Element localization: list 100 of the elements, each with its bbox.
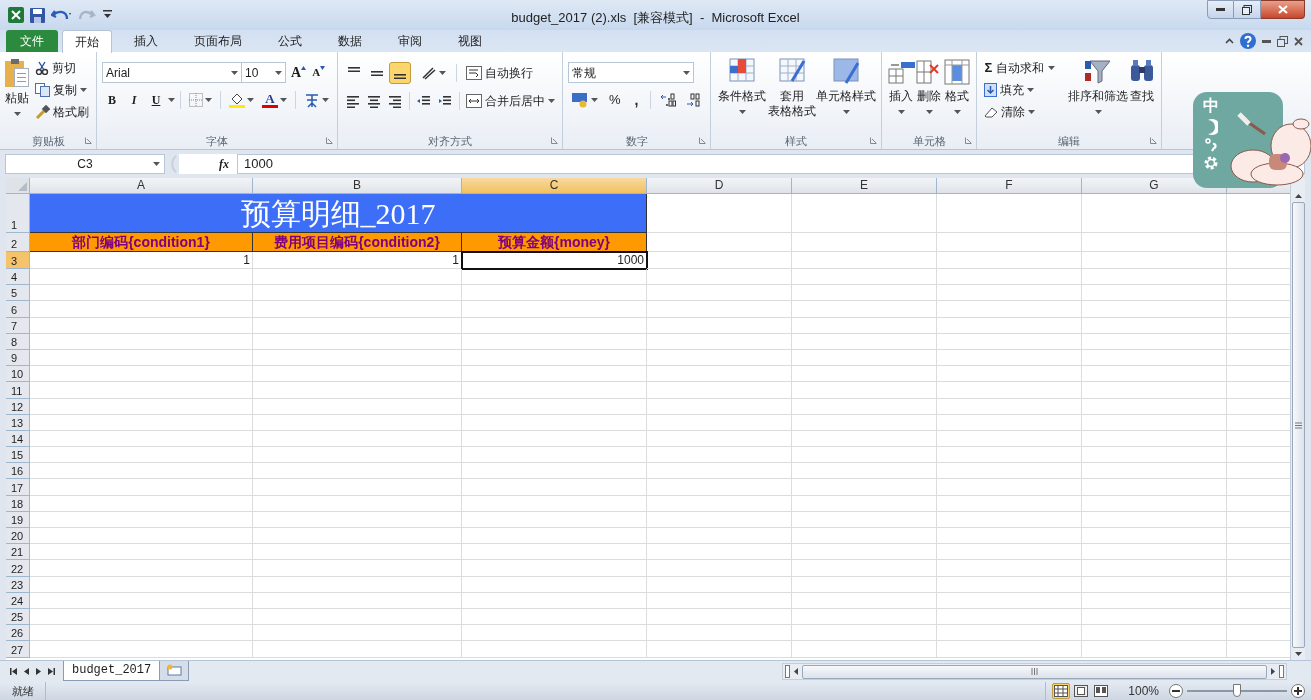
empty-cell[interactable]	[253, 528, 462, 545]
find-select-button[interactable]: 查找	[1128, 57, 1157, 129]
scroll-right-icon[interactable]	[1271, 668, 1276, 675]
caret-icon[interactable]	[205, 98, 212, 102]
empty-cell[interactable]	[792, 592, 937, 609]
table-cell[interactable]: 费用项目编码{condition2}	[253, 233, 462, 252]
caret-icon[interactable]	[925, 110, 933, 114]
empty-cell[interactable]	[253, 608, 462, 626]
empty-cell[interactable]	[1082, 641, 1227, 658]
customize-caret-icon[interactable]	[103, 10, 112, 20]
empty-cell[interactable]	[462, 366, 647, 383]
empty-cell[interactable]	[792, 463, 937, 480]
caret-icon[interactable]	[953, 110, 961, 114]
minimize-icon[interactable]	[1262, 39, 1271, 43]
empty-cell[interactable]	[253, 560, 462, 577]
caret-icon[interactable]	[738, 110, 746, 114]
empty-cell[interactable]	[1082, 625, 1227, 642]
empty-cell[interactable]	[462, 576, 647, 593]
table-cell[interactable]: 部门编码{condition1}	[30, 233, 253, 252]
empty-cell[interactable]	[647, 479, 792, 496]
empty-cell[interactable]	[1082, 463, 1227, 480]
empty-cell[interactable]	[937, 592, 1082, 609]
empty-cell[interactable]	[253, 641, 462, 658]
empty-cell[interactable]	[937, 285, 1082, 302]
caret-icon[interactable]	[168, 98, 175, 102]
empty-cell[interactable]	[1082, 252, 1227, 269]
empty-cell[interactable]	[253, 301, 462, 318]
empty-cell[interactable]	[462, 511, 647, 528]
row-header[interactable]: 3	[6, 252, 30, 269]
empty-cell[interactable]	[937, 625, 1082, 642]
scroll-up-icon[interactable]	[1294, 194, 1302, 198]
empty-cell[interactable]	[462, 414, 647, 431]
empty-cell[interactable]	[937, 430, 1082, 448]
empty-cell[interactable]	[253, 269, 462, 286]
column-header[interactable]: E	[792, 178, 937, 194]
caret-icon[interactable]	[13, 112, 21, 116]
empty-cell[interactable]	[462, 528, 647, 545]
caret-icon[interactable]	[153, 161, 160, 166]
zoom-level-button[interactable]: 100%	[1128, 682, 1159, 700]
empty-cell[interactable]	[462, 641, 647, 658]
empty-cell[interactable]	[647, 641, 792, 658]
file-tab[interactable]: 文件	[6, 30, 58, 52]
empty-cell[interactable]	[792, 447, 937, 464]
empty-cell[interactable]	[937, 528, 1082, 545]
table-cell[interactable]: 1	[30, 252, 253, 269]
empty-cell[interactable]	[937, 608, 1082, 626]
empty-cell[interactable]	[792, 495, 937, 512]
ribbon-tab[interactable]: 数据	[326, 29, 374, 52]
help-icon[interactable]	[1240, 33, 1256, 49]
empty-cell[interactable]	[462, 301, 647, 318]
fill-button[interactable]: 填充	[982, 79, 1069, 101]
empty-cell[interactable]	[253, 430, 462, 448]
empty-cell[interactable]	[937, 447, 1082, 464]
empty-cell[interactable]	[647, 382, 792, 399]
empty-cell[interactable]	[792, 285, 937, 302]
empty-cell[interactable]	[647, 269, 792, 286]
empty-cell[interactable]	[1082, 544, 1227, 561]
empty-cell[interactable]	[253, 317, 462, 334]
empty-cell[interactable]	[792, 625, 937, 642]
empty-cell[interactable]	[253, 625, 462, 642]
empty-cell[interactable]	[792, 608, 937, 626]
ribbon-tab[interactable]: 插入	[122, 29, 170, 52]
conditional-formatting-button[interactable]: 条件格式	[716, 57, 769, 129]
ribbon-tab[interactable]: 页面布局	[182, 29, 254, 52]
italic-button[interactable]: I	[124, 89, 144, 111]
empty-cell[interactable]	[253, 463, 462, 480]
collapse-ribbon-icon[interactable]	[1225, 38, 1234, 44]
caret-icon[interactable]	[322, 98, 329, 102]
empty-cell[interactable]	[1082, 301, 1227, 318]
empty-cell[interactable]	[937, 495, 1082, 512]
empty-cell[interactable]	[462, 398, 647, 415]
empty-cell[interactable]	[937, 511, 1082, 528]
paste-button[interactable]: 粘贴	[5, 57, 29, 129]
row-header[interactable]: 22	[6, 560, 30, 577]
bold-button[interactable]: B	[102, 89, 122, 111]
comma-style-button[interactable]: ,	[628, 89, 645, 111]
empty-cell[interactable]	[647, 544, 792, 561]
insert-function-button[interactable]: fx	[219, 154, 229, 173]
empty-cell[interactable]	[647, 576, 792, 593]
empty-cell[interactable]	[1082, 479, 1227, 496]
empty-cell[interactable]	[647, 398, 792, 415]
empty-cell[interactable]	[937, 560, 1082, 577]
empty-cell[interactable]	[792, 317, 937, 334]
dialog-launcher-icon[interactable]	[965, 137, 973, 144]
empty-cell[interactable]	[647, 252, 792, 269]
empty-cell[interactable]	[792, 479, 937, 496]
empty-cell[interactable]	[1082, 269, 1227, 286]
last-sheet-icon[interactable]	[48, 668, 55, 675]
empty-cell[interactable]	[937, 366, 1082, 383]
empty-cell[interactable]	[792, 366, 937, 383]
empty-cell[interactable]	[462, 625, 647, 642]
font-name-field[interactable]: Arial	[102, 62, 242, 83]
empty-cell[interactable]	[792, 269, 937, 286]
caret-icon[interactable]	[439, 71, 446, 75]
ribbon-tab[interactable]: 公式	[266, 29, 314, 52]
empty-cell[interactable]	[937, 544, 1082, 561]
empty-cell[interactable]	[647, 333, 792, 350]
empty-cell[interactable]	[462, 382, 647, 399]
row-header[interactable]: 2	[6, 233, 30, 252]
empty-cell[interactable]	[462, 544, 647, 561]
